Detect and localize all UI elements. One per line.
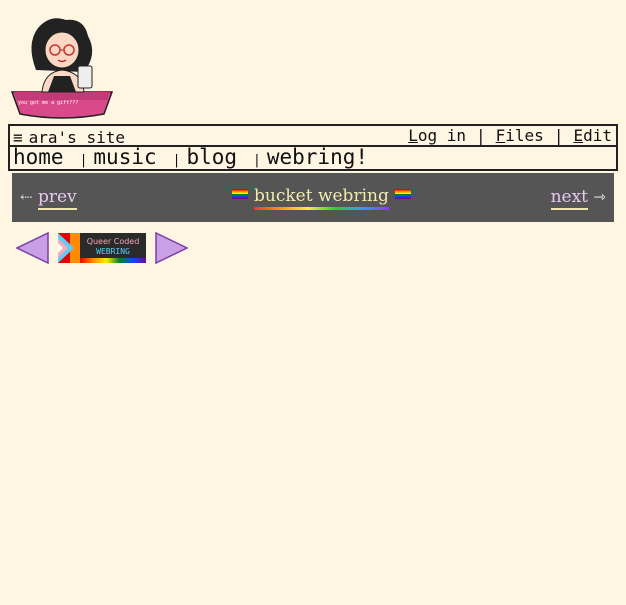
webring-title: bucket webring [254, 186, 389, 210]
nav-blog[interactable]: blog [186, 145, 237, 169]
next-triangle-icon[interactable] [155, 232, 188, 264]
bowl-text: you got me a gift??? [18, 100, 78, 106]
prev-label: prev [37, 187, 77, 210]
header-separator: | [476, 126, 486, 145]
nav-home[interactable]: home [13, 145, 64, 169]
files-link[interactable]: Files [496, 126, 544, 145]
nav-separator: | [253, 153, 261, 168]
header-links: Log in | Files | Edit [408, 126, 612, 145]
bucket-webring-widget: ⇠ prev bucket webring next ⇾ [12, 173, 614, 222]
prev-triangle-icon[interactable] [16, 232, 49, 264]
queer-coded-webring: Queer Coded WEBRING [16, 232, 188, 264]
nav-separator: | [172, 153, 181, 168]
webring-center[interactable]: bucket webring [232, 186, 411, 210]
webring-next[interactable]: next ⇾ [550, 187, 606, 210]
nav-music[interactable]: music [93, 145, 156, 169]
login-link[interactable]: Log in [408, 126, 466, 145]
header-separator: | [553, 126, 564, 145]
avatar-image: you got me a gift??? [10, 18, 114, 119]
arrow-left-icon: ⇠ [20, 188, 33, 206]
arrow-right-icon: ⇾ [593, 188, 606, 206]
nav-separator: | [79, 153, 88, 168]
edit-link[interactable]: Edit [573, 126, 612, 145]
nav-webring[interactable]: webring! [267, 145, 368, 169]
main-nav: home | music | blog | webring! [8, 144, 618, 171]
pride-flag-icon [232, 188, 248, 199]
queer-coded-webring-banner[interactable]: Queer Coded WEBRING [58, 233, 146, 263]
pride-flag-icon [394, 188, 411, 199]
next-label: next [550, 187, 589, 210]
banner-line2: WEBRING [96, 247, 130, 256]
webring-prev[interactable]: ⇠ prev [20, 187, 77, 210]
banner-line1: Queer Coded [87, 237, 140, 246]
